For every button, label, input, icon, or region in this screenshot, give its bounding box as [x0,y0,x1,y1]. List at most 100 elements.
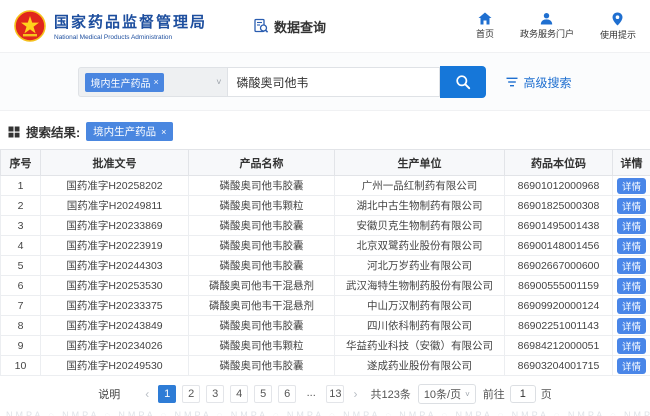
page-number[interactable]: 6 [278,385,296,403]
search-button[interactable] [440,66,486,98]
table-cell: 1 [1,176,41,196]
table-cell: 河北万岁药业有限公司 [335,256,505,276]
table-cell-detail: 详情 [613,316,650,336]
header-utils: 首页 政务服务门户 使用提示 [476,12,636,41]
page-number[interactable]: 3 [206,385,224,403]
table-cell: 湖北中古生物制药有限公司 [335,196,505,216]
table-cell: 86900148001456 [505,236,613,256]
detail-button[interactable]: 详情 [617,178,646,194]
brand: 国家药品监督管理局 National Medical Products Admi… [14,10,207,42]
table-cell: 华益药业科技（安徽）有限公司 [335,336,505,356]
goto-suffix: 页 [541,386,552,402]
table-cell-detail: 详情 [613,196,650,216]
table-cell: 国药准字H20249530 [41,356,189,376]
next-page-icon[interactable]: › [351,387,359,401]
pin-icon [612,12,623,26]
home-label: 首页 [476,27,494,40]
results-label: 搜索结果: [26,122,80,141]
prev-page-icon[interactable]: ‹ [143,387,151,401]
search-input[interactable] [228,67,440,97]
table-cell: 武汉海特生物制药股份有限公司 [335,276,505,296]
gov-portal-label: 政务服务门户 [520,27,574,40]
page-number[interactable]: 2 [182,385,200,403]
table-cell: 遂成药业股份有限公司 [335,356,505,376]
usage-tips-link[interactable]: 使用提示 [600,12,636,41]
results-table-body: 1国药准字H20258202磷酸奥司他韦胶囊广州一品红制药有限公司8690101… [1,176,650,376]
pagination-bar: 说明 ‹ 123456...13 › 共123条 10条/页 ˅ 前往 页 [0,376,650,410]
table-cell: 86909920000124 [505,296,613,316]
table-row: 7国药准字H20233375磷酸奥司他韦干混悬剂中山万汉制药有限公司869099… [1,296,650,316]
page-number[interactable]: 13 [326,385,344,403]
detail-button[interactable]: 详情 [617,258,646,274]
table-row: 5国药准字H20244303磷酸奥司他韦胶囊河北万岁药业有限公司86902667… [1,256,650,276]
table-row: 6国药准字H20253530磷酸奥司他韦干混悬剂武汉海特生物制药股份有限公司86… [1,276,650,296]
filter-icon [506,77,518,87]
table-cell: 广州一品红制药有限公司 [335,176,505,196]
col-header-index: 序号 [1,150,41,176]
table-row: 2国药准字H20249811磷酸奥司他韦颗粒湖北中古生物制药有限公司869018… [1,196,650,216]
col-header-product-name: 产品名称 [189,150,335,176]
detail-button[interactable]: 详情 [617,238,646,254]
results-row: 搜索结果: 境内生产药品 × [0,111,650,149]
footer-watermark: NMPA ◌ NMPA ◌ NMPA ◌ NMPA ◌ NMPA ◌ NMPA … [0,410,650,416]
detail-button[interactable]: 详情 [617,338,646,354]
category-select[interactable]: 境内生产药品 × ˅ [78,67,228,97]
goto-page-input[interactable] [510,385,536,403]
detail-button[interactable]: 详情 [617,358,646,374]
table-cell: 9 [1,336,41,356]
table-row: 4国药准字H20223919磷酸奥司他韦胶囊北京双鹭药业股份有限公司869001… [1,236,650,256]
table-cell: 86900555001159 [505,276,613,296]
nav-data-query-label: 数据查询 [274,17,326,36]
national-emblem-icon [14,10,46,42]
header: 国家药品监督管理局 National Medical Products Admi… [0,0,650,52]
detail-button[interactable]: 详情 [617,318,646,334]
advanced-search-link[interactable]: 高级搜索 [506,74,571,91]
page-number[interactable]: 5 [254,385,272,403]
table-cell-detail: 详情 [613,216,650,236]
table-cell: 5 [1,256,41,276]
table-cell: 6 [1,276,41,296]
col-header-detail: 详情 [613,150,650,176]
nav-data-query[interactable]: 数据查询 [253,17,326,36]
table-cell: 国药准字H20234026 [41,336,189,356]
table-cell: 86902667000600 [505,256,613,276]
col-header-drug-code: 药品本位码 [505,150,613,176]
table-row: 10国药准字H20249530磷酸奥司他韦胶囊遂成药业股份有限公司8690320… [1,356,650,376]
page-size-select[interactable]: 10条/页 ˅ [418,384,476,404]
detail-button[interactable]: 详情 [617,218,646,234]
table-cell: 磷酸奥司他韦胶囊 [189,176,335,196]
data-query-icon [253,18,269,34]
gov-portal-link[interactable]: 政务服务门户 [520,12,574,41]
category-tag-close-icon[interactable]: × [153,77,158,87]
table-row: 8国药准字H20243849磷酸奥司他韦胶囊四川依科制药有限公司86902251… [1,316,650,336]
usage-tips-label: 使用提示 [600,28,636,41]
page-ellipsis: ... [302,385,320,403]
filter-tag-close-icon[interactable]: × [161,127,166,137]
table-cell: 国药准字H20253530 [41,276,189,296]
table-cell-detail: 详情 [613,356,650,376]
page-number[interactable]: 4 [230,385,248,403]
detail-button[interactable]: 详情 [617,198,646,214]
chevron-down-icon: ˅ [216,77,221,87]
page-number[interactable]: 1 [158,385,176,403]
detail-button[interactable]: 详情 [617,278,646,294]
table-cell: 国药准字H20223919 [41,236,189,256]
table-cell: 4 [1,236,41,256]
table-cell: 3 [1,216,41,236]
detail-button[interactable]: 详情 [617,298,646,314]
table-cell: 国药准字H20249811 [41,196,189,216]
table-cell: 北京双鹭药业股份有限公司 [335,236,505,256]
table-row: 1国药准字H20258202磷酸奥司他韦胶囊广州一品红制药有限公司8690101… [1,176,650,196]
results-filter-tag[interactable]: 境内生产药品 × [86,122,173,141]
table-cell-detail: 详情 [613,176,650,196]
page-list: 123456... 13 [158,385,344,403]
home-link[interactable]: 首页 [476,12,494,41]
col-header-manufacturer: 生产单位 [335,150,505,176]
results-filter-tag-label: 境内生产药品 [93,124,156,139]
page-size-value: 10条/页 [424,386,461,402]
category-tag[interactable]: 境内生产药品 × [85,73,163,92]
table-cell-detail: 详情 [613,336,650,356]
note-link[interactable]: 说明 [98,386,120,402]
table-cell: 86901495001438 [505,216,613,236]
table-cell: 磷酸奥司他韦胶囊 [189,236,335,256]
